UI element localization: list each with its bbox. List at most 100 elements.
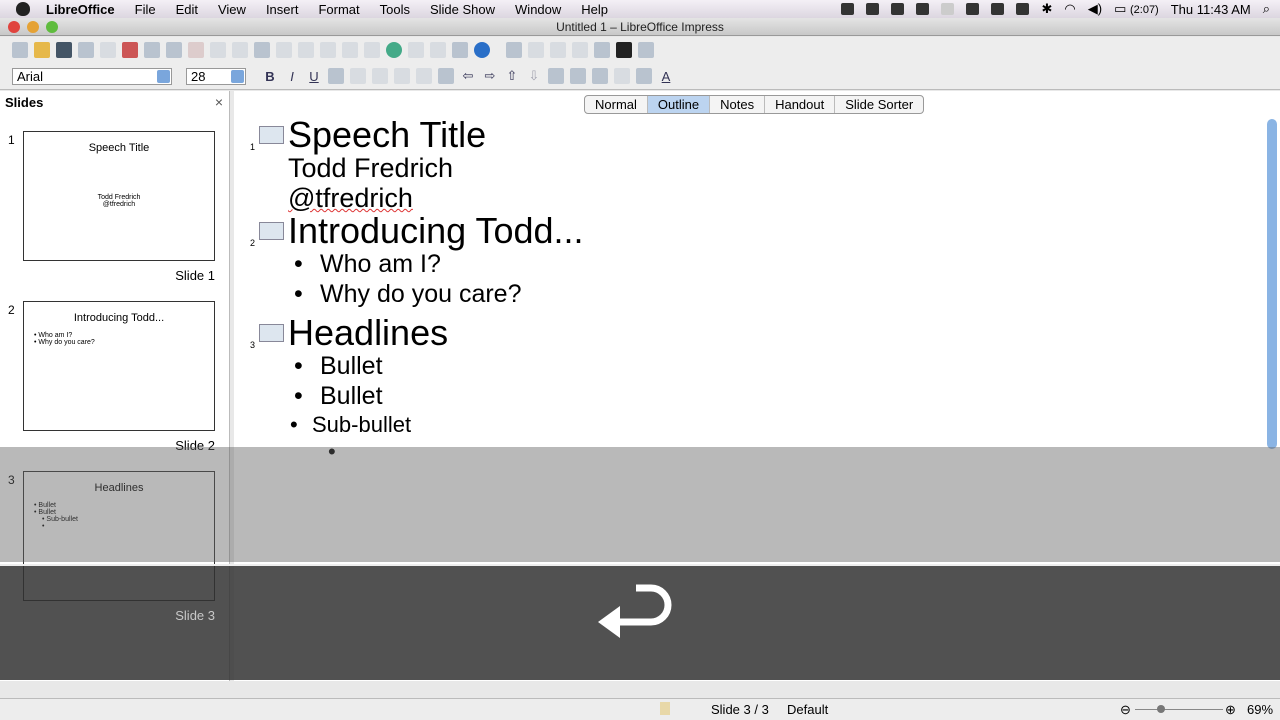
new-icon[interactable] [12,42,28,58]
move-up-arrow-icon[interactable]: ⇧ [504,68,520,84]
tab-outline[interactable]: Outline [647,96,711,113]
outline-slide-title[interactable]: 1 Speech Title [250,117,584,153]
menu-window[interactable]: Window [515,2,561,17]
shadow-icon[interactable] [328,68,344,84]
increase-font-icon[interactable] [548,68,564,84]
navigator-icon[interactable] [386,42,402,58]
bluetooth-icon[interactable]: ✱ [1041,1,1052,17]
move-down-icon[interactable] [572,42,588,58]
outline-bullet[interactable]: Bullet [250,381,584,411]
paste-icon[interactable] [254,42,270,58]
grid-icon[interactable] [408,42,424,58]
menu-tools[interactable]: Tools [380,2,410,17]
outline-line[interactable]: @tfredrich [250,183,584,213]
bullets-icon[interactable] [438,68,454,84]
evernote-icon[interactable] [916,3,930,15]
tab-normal[interactable]: Normal [585,96,648,113]
menu-edit[interactable]: Edit [176,2,198,17]
promote-arrow-icon[interactable]: ⇦ [460,68,476,84]
document-modified-icon[interactable] [660,702,670,715]
outline-slide-title[interactable]: 2 Introducing Todd... [250,213,584,249]
save-icon[interactable] [56,42,72,58]
menu-help[interactable]: Help [581,2,608,17]
zoom-in-icon[interactable]: ⊕ [1225,702,1236,718]
copy-icon[interactable] [232,42,248,58]
outline-bullet[interactable]: Bullet [250,351,584,381]
redo-icon[interactable] [320,42,336,58]
chat-icon[interactable] [941,3,955,15]
clock[interactable]: Thu 11:43 AM [1171,2,1251,17]
slide-thumbnail-2[interactable]: Introducing Todd... • Who am I? • Why do… [23,301,215,431]
volume-icon[interactable]: ◀) [1088,1,1102,17]
time-machine-icon[interactable] [1016,3,1030,15]
export-pdf-icon[interactable] [122,42,138,58]
menu-file[interactable]: File [135,2,156,17]
edit-file-icon[interactable] [100,42,116,58]
clone-format-icon[interactable] [276,42,292,58]
italic-button[interactable]: I [284,69,300,84]
decrease-font-icon[interactable] [570,68,586,84]
zoom-icon[interactable] [452,42,468,58]
wifi-icon[interactable]: ◠ [1064,1,1075,17]
menu-slide-show[interactable]: Slide Show [430,2,495,17]
align-center-icon[interactable] [372,68,388,84]
cut-icon[interactable] [210,42,226,58]
close-window-button[interactable] [8,21,20,33]
layout-name[interactable]: Default [787,702,828,717]
close-icon[interactable]: × [215,94,223,110]
tab-handout[interactable]: Handout [765,96,836,113]
autospell-icon[interactable] [188,42,204,58]
lock-icon[interactable] [966,3,980,15]
sync-icon[interactable] [866,3,880,15]
align-left-icon[interactable] [350,68,366,84]
chart-icon[interactable] [342,42,358,58]
outline-sub-bullet[interactable]: Sub-bullet [212,411,584,438]
print-icon[interactable] [144,42,160,58]
outline-bullet[interactable]: Who am I? [250,249,584,279]
draw-icon[interactable] [430,42,446,58]
undo-icon[interactable] [298,42,314,58]
tab-notes[interactable]: Notes [710,96,766,113]
menu-format[interactable]: Format [318,2,359,17]
demote-icon[interactable] [528,42,544,58]
zoom-window-button[interactable] [46,21,58,33]
slide-show-icon[interactable] [638,42,654,58]
vertical-scrollbar[interactable] [1267,119,1277,449]
zoom-out-icon[interactable]: ⊖ [1120,702,1131,718]
underline-button[interactable]: U [306,69,322,84]
outline-slide-title[interactable]: 3 Headlines [250,315,584,351]
character-icon[interactable] [592,68,608,84]
chevron-down-icon[interactable] [231,69,244,83]
apple-icon[interactable] [16,2,30,16]
menu-app[interactable]: LibreOffice [46,2,115,17]
slide-thumbnail-1[interactable]: Speech Title Todd Fredrich @tfredrich [23,131,215,261]
hat-icon[interactable] [891,3,905,15]
menu-view[interactable]: View [218,2,246,17]
app-icon[interactable] [991,3,1005,15]
move-down-arrow-icon[interactable]: ⇩ [526,68,542,84]
minimize-window-button[interactable] [27,21,39,33]
demote-arrow-icon[interactable]: ⇨ [482,68,498,84]
bullets-numbering-icon[interactable] [636,68,652,84]
paragraph-icon[interactable] [614,68,630,84]
chevron-down-icon[interactable] [157,69,170,83]
font-color-icon[interactable]: A [658,69,674,84]
table-icon[interactable] [364,42,380,58]
outline-bullet[interactable]: Why do you care? [250,279,584,309]
spotlight-icon[interactable]: ⌕ [1263,1,1270,17]
zoom-slider-handle[interactable] [1157,705,1165,713]
black-white-icon[interactable] [616,42,632,58]
menu-insert[interactable]: Insert [266,2,299,17]
align-right-icon[interactable] [394,68,410,84]
zoom-slider[interactable] [1135,709,1223,710]
move-up-icon[interactable] [550,42,566,58]
return-arrow-icon[interactable] [596,584,686,646]
zoom-level[interactable]: 69% [1247,702,1273,717]
outline-line[interactable]: Todd Fredrich [250,153,584,183]
help-icon[interactable] [474,42,490,58]
email-icon[interactable] [78,42,94,58]
camera-icon[interactable] [841,3,855,15]
open-icon[interactable] [34,42,50,58]
outline-content[interactable]: 1 Speech Title Todd Fredrich @tfredrich 2… [250,117,584,466]
promote-icon[interactable] [506,42,522,58]
